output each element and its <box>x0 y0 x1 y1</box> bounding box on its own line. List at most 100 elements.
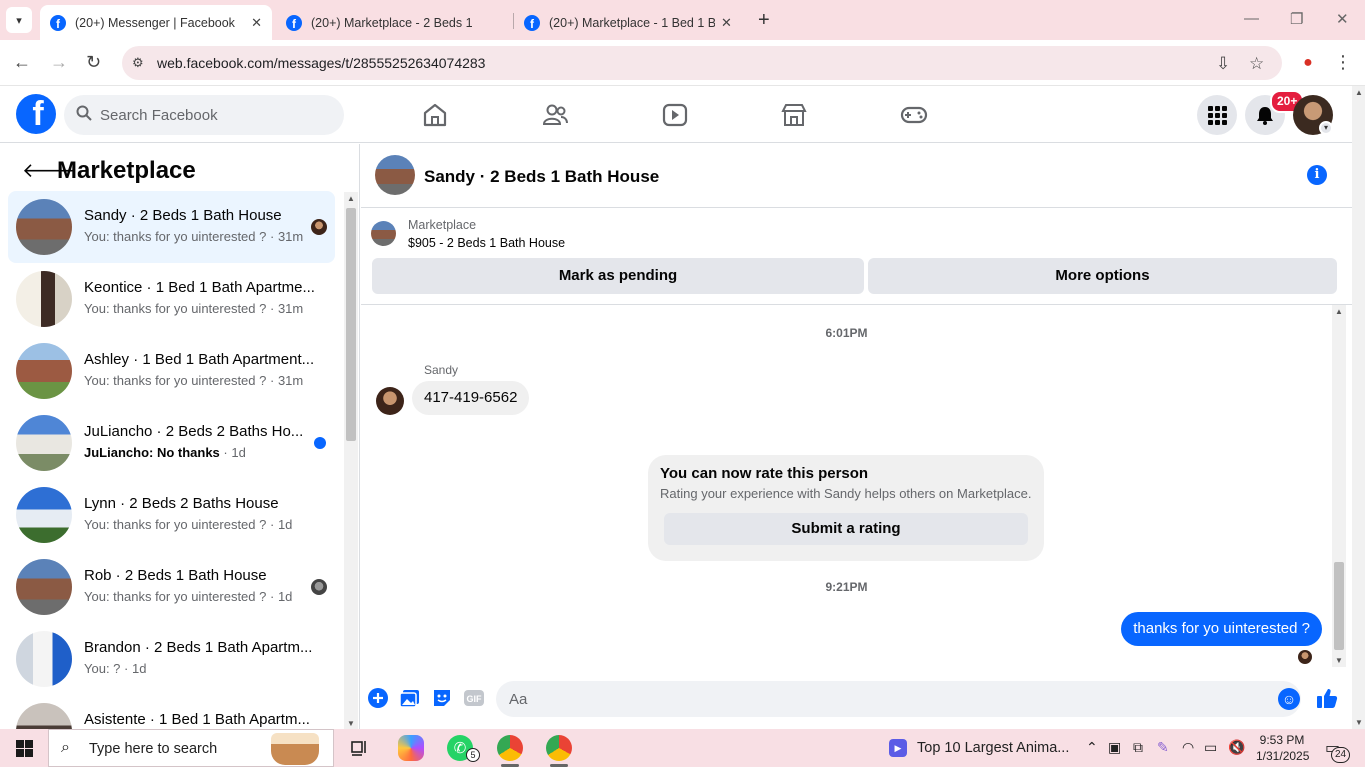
scroll-up-icon[interactable]: ▲ <box>1335 307 1343 316</box>
close-icon[interactable]: ✕ <box>721 15 732 31</box>
message-thread-scrollbar[interactable]: ▲ ▼ <box>1332 305 1346 667</box>
conversation-preview: You: thanks for yo uinterested ? · 1d <box>84 517 293 532</box>
browser-tab-strip: ▾ f (20+) Messenger | Facebook ✕ f (20+)… <box>0 0 1365 40</box>
video-icon[interactable] <box>661 102 689 128</box>
back-arrow-icon[interactable]: ← <box>13 52 31 73</box>
message-input[interactable] <box>509 681 1269 717</box>
tab-marketplace-2beds[interactable]: f (20+) Marketplace - 2 Beds 1 Ba <box>276 5 512 40</box>
browser-profile-icon[interactable]: ● <box>1298 53 1318 73</box>
tray-app-icon[interactable]: ▣ <box>1108 739 1121 756</box>
scroll-up-icon[interactable]: ▲ <box>347 194 355 203</box>
more-options-button[interactable]: More options <box>868 258 1337 294</box>
conversation-item-ashley[interactable]: Ashley · 1 Bed 1 Bath Apartment... You: … <box>8 335 335 407</box>
battery-icon[interactable]: ▭ <box>1204 739 1217 756</box>
listing-thumbnail <box>16 487 72 543</box>
browser-menu-icon[interactable]: ⋮ <box>1334 52 1352 73</box>
conversation-item-asistente[interactable]: Asistente · 1 Bed 1 Bath Apartm... <box>8 695 335 729</box>
conversation-item-sandy[interactable]: Sandy · 2 Beds 1 Bath House You: thanks … <box>8 191 335 263</box>
listing-price-title[interactable]: $905 - 2 Beds 1 Bath House <box>408 236 565 250</box>
conversation-preview: You: thanks for yo uinterested ? · 31m <box>84 229 304 244</box>
conversation-list-scrollbar[interactable]: ▲ ▼ <box>344 192 358 729</box>
window-close-icon[interactable]: ✕ <box>1336 10 1349 28</box>
copilot-icon[interactable] <box>398 735 424 761</box>
forward-arrow-icon[interactable]: → <box>50 52 68 73</box>
facebook-logo-icon[interactable]: f <box>16 94 56 134</box>
search-highlight-image[interactable] <box>271 733 319 765</box>
marketplace-conversation-list: 🡐 Marketplace Sandy · 2 Beds 1 Bath Hous… <box>0 144 360 729</box>
tab-title: (20+) Marketplace - 1 Bed 1 Bat <box>549 15 715 30</box>
windows-taskbar: ⌕ Type here to search ✆ 5 ▶ Top 10 Large… <box>0 729 1365 767</box>
conversation-name: Brandon · 2 Beds 1 Bath Apartm... <box>84 639 313 656</box>
wifi-icon[interactable]: ◠ <box>1182 739 1194 756</box>
conversation-item-brandon[interactable]: Brandon · 2 Beds 1 Bath Apartm... You: ?… <box>8 623 335 695</box>
tab-search-chevron-icon[interactable]: ▾ <box>6 7 32 33</box>
listing-thumbnail[interactable] <box>371 221 396 246</box>
info-icon[interactable]: i <box>1307 165 1327 185</box>
tray-app-icon[interactable]: ⧉ <box>1133 739 1143 756</box>
site-settings-icon[interactable]: ⚙ <box>132 55 148 71</box>
chrome-profile-icon[interactable] <box>546 735 572 761</box>
chevron-up-icon[interactable]: ⌃ <box>1086 739 1098 756</box>
facebook-favicon-icon: f <box>50 14 66 31</box>
taskbar-search-box[interactable]: ⌕ Type here to search <box>48 729 334 767</box>
task-view-icon[interactable] <box>347 735 373 761</box>
conversation-item-lynn[interactable]: Lynn · 2 Beds 2 Baths House You: thanks … <box>8 479 335 551</box>
speaker-muted-icon[interactable]: 🔇 <box>1228 739 1245 756</box>
close-icon[interactable]: ✕ <box>251 15 262 31</box>
sticker-icon[interactable] <box>431 687 453 709</box>
facebook-search-box[interactable]: Search Facebook <box>64 95 344 135</box>
reload-icon[interactable]: ↻ <box>86 52 101 73</box>
news-widget-text[interactable]: Top 10 Largest Anima... <box>917 740 1069 756</box>
gif-icon[interactable]: GIF <box>463 687 485 709</box>
listing-summary: Marketplace $905 - 2 Beds 1 Bath House M… <box>361 208 1352 305</box>
scrollbar-thumb[interactable] <box>346 208 356 441</box>
marketplace-icon[interactable] <box>780 102 808 128</box>
submit-rating-button[interactable]: Submit a rating <box>664 513 1028 545</box>
photo-icon[interactable] <box>399 687 421 709</box>
scroll-down-icon[interactable]: ▼ <box>347 719 355 728</box>
bookmark-star-icon[interactable]: ☆ <box>1249 54 1264 74</box>
conversation-preview: You: ? · 1d <box>84 661 147 676</box>
system-clock[interactable]: 9:53 PM 1/31/2025 <box>1256 732 1309 764</box>
pen-icon[interactable]: ✎ <box>1157 739 1169 756</box>
menu-grid-icon[interactable] <box>1197 95 1237 135</box>
facebook-favicon-icon: f <box>524 14 540 31</box>
minimize-icon[interactable]: — <box>1244 10 1259 27</box>
whatsapp-unread-badge: 5 <box>466 748 480 762</box>
home-icon[interactable] <box>421 102 449 128</box>
url-text: web.facebook.com/messages/t/285552526340… <box>157 55 486 71</box>
thumbs-up-icon[interactable] <box>1316 687 1338 709</box>
chat-listing-avatar[interactable] <box>375 155 415 195</box>
windows-start-icon[interactable] <box>16 740 33 757</box>
message-input-box[interactable]: ☺ <box>496 681 1301 717</box>
gaming-icon[interactable] <box>900 102 928 128</box>
emoji-icon[interactable]: ☺ <box>1278 688 1300 710</box>
scroll-down-icon[interactable]: ▼ <box>1335 656 1343 665</box>
friends-icon[interactable] <box>541 102 569 128</box>
page-scrollbar[interactable]: ▲ ▼ <box>1352 86 1365 729</box>
tab-messenger[interactable]: f (20+) Messenger | Facebook ✕ <box>40 5 272 40</box>
outgoing-message-bubble[interactable]: thanks for yo uinterested ? <box>1121 612 1322 646</box>
listing-thumbnail <box>16 271 72 327</box>
tab-marketplace-1bed[interactable]: f (20+) Marketplace - 1 Bed 1 Bat ✕ <box>514 5 750 40</box>
sender-avatar[interactable] <box>376 387 404 415</box>
address-bar[interactable]: ⚙ web.facebook.com/messages/t/2855525263… <box>122 46 1282 80</box>
plus-circle-icon[interactable] <box>367 687 389 709</box>
restore-icon[interactable]: ❐ <box>1290 10 1303 28</box>
incoming-message-bubble[interactable]: 417-419-6562 <box>412 381 530 415</box>
chat-title[interactable]: Sandy · 2 Beds 1 Bath House <box>424 167 659 187</box>
news-widget-icon[interactable]: ▶ <box>889 739 907 757</box>
conversation-item-keontice[interactable]: Keontice · 1 Bed 1 Bath Apartme... You: … <box>8 263 335 335</box>
conversation-item-juliancho[interactable]: JuLiancho · 2 Beds 2 Baths Ho... JuLianc… <box>8 407 335 479</box>
seen-avatar <box>311 219 327 235</box>
conversation-item-rob[interactable]: Rob · 2 Beds 1 Bath House You: thanks fo… <box>8 551 335 623</box>
chrome-icon[interactable] <box>497 735 523 761</box>
chevron-down-icon[interactable]: ▾ <box>1319 121 1333 135</box>
scroll-down-icon[interactable]: ▼ <box>1355 718 1363 727</box>
scrollbar-thumb[interactable] <box>1334 562 1344 650</box>
new-tab-plus-icon[interactable]: + <box>758 9 770 32</box>
mark-as-pending-button[interactable]: Mark as pending <box>372 258 864 294</box>
scroll-up-icon[interactable]: ▲ <box>1355 88 1363 97</box>
install-app-icon[interactable]: ⇩ <box>1216 54 1230 74</box>
clock-time: 9:53 PM <box>1259 733 1305 747</box>
